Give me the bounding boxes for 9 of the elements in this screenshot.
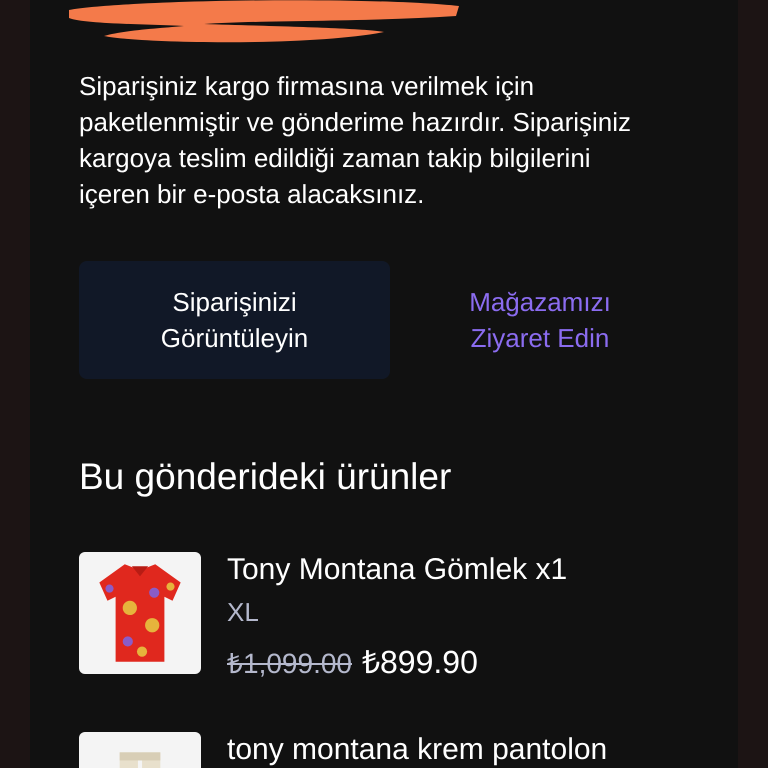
product-title: Tony Montana Gömlek x1 [227, 552, 568, 588]
view-order-button[interactable]: Siparişinizi Görüntüleyin [79, 261, 390, 379]
status-message: Siparişiniz kargo firmasına verilmek için paketlenmiştir ve gönderime hazırdır. Siparişiniz kargoya teslim edildiği zaman takip bilgilerini içeren bir e-posta alacaksınız. [79, 70, 632, 211]
section-heading: Bu gönderideki ürünler [79, 455, 452, 499]
visit-store-link[interactable]: Mağazamızı Ziyaret Edin [390, 261, 690, 379]
product-title: tony montana krem pantolon [227, 732, 608, 768]
original-price: ₺1,099.00 [227, 647, 352, 681]
product-variant: XL [227, 596, 260, 629]
sale-price: ₺899.90 [362, 643, 478, 682]
